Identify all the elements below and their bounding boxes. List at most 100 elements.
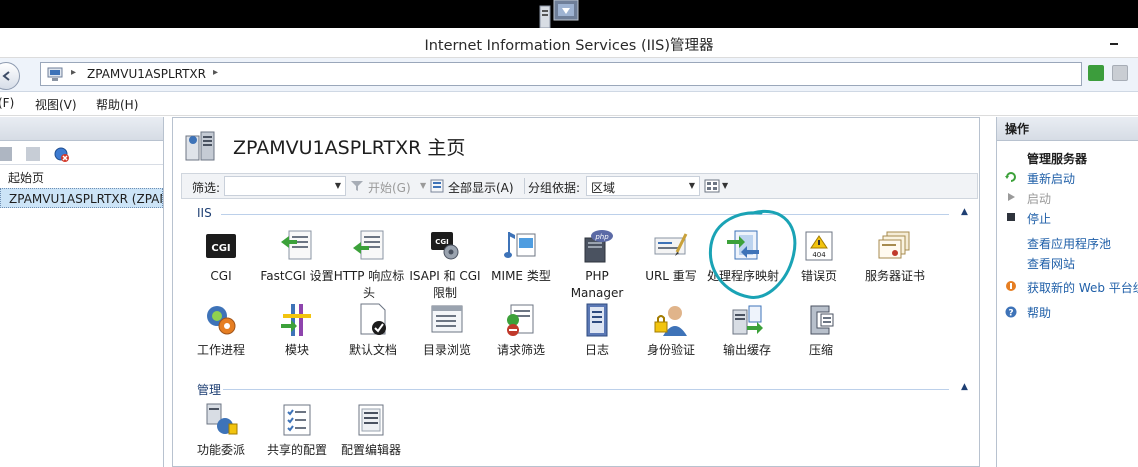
feature-default-document[interactable]: 默认文档	[335, 302, 411, 359]
refresh-icon[interactable]	[1088, 65, 1104, 81]
server-icon	[185, 131, 215, 161]
feature-request-filtering[interactable]: 请求筛选	[483, 302, 559, 359]
collapse-iis-icon[interactable]: ▲	[961, 207, 968, 217]
url-rewrite-icon	[654, 233, 688, 256]
feature-label: 压缩	[808, 343, 833, 357]
svg-text:404: 404	[812, 251, 826, 259]
save-connection-icon[interactable]	[0, 147, 12, 161]
feature-label: 共享的配置	[266, 443, 327, 457]
chevron-down-icon[interactable]: ▼	[335, 181, 341, 190]
feature-label: 身份验证	[646, 343, 695, 357]
feature-server-certificates[interactable]: 服务器证书	[857, 228, 933, 285]
show-all-button[interactable]: 全部显示(A)	[448, 179, 514, 196]
svg-text:CGI: CGI	[211, 243, 230, 254]
error-pages-icon: 404	[805, 231, 833, 261]
menu-view[interactable]: 视图(V)	[35, 96, 77, 113]
tree-item-start-page[interactable]: 起始页	[0, 168, 163, 188]
feature-handler-mappings[interactable]: 处理程序映射	[705, 228, 781, 285]
restart-icon	[1005, 172, 1016, 182]
feature-http-headers[interactable]: HTTP 响应标头	[331, 228, 407, 302]
breadcrumb-separator[interactable]: ▸	[71, 67, 76, 78]
actions-header: 操作	[997, 117, 1138, 141]
feature-url-rewrite[interactable]: URL 重写	[633, 228, 709, 285]
feature-php-manager[interactable]: php PHP Manager	[559, 228, 635, 302]
up-level-icon[interactable]	[26, 147, 40, 161]
group-header-management[interactable]: 管理	[197, 381, 221, 398]
feature-output-caching[interactable]: 输出缓存	[709, 302, 785, 359]
svg-text:php: php	[594, 233, 609, 241]
logging-icon	[586, 303, 608, 337]
action-stop[interactable]: 停止	[1027, 210, 1051, 227]
fastcgi-icon	[281, 230, 312, 260]
start-dropdown-icon[interactable]: ▼	[420, 181, 426, 190]
minimize-button[interactable]	[1108, 34, 1122, 48]
filter-separator	[524, 178, 525, 194]
group-divider-management	[223, 389, 949, 390]
title-bar: Internet Information Services (IIS)管理器	[0, 28, 1138, 58]
feature-cgi[interactable]: CGI CGI	[183, 228, 259, 285]
action-start[interactable]: 启动	[1027, 190, 1051, 207]
group-by-value: 区域	[591, 181, 616, 195]
feature-modules[interactable]: 模块	[259, 302, 335, 359]
feature-shared-config[interactable]: 共享的配置	[259, 402, 335, 459]
feature-label: 目录浏览	[422, 343, 471, 357]
output-cache-icon	[732, 305, 763, 335]
action-restart[interactable]: 重新启动	[1027, 170, 1075, 187]
handler-mappings-icon	[727, 230, 759, 260]
feature-fastcgi[interactable]: FastCGI 设置	[259, 228, 335, 285]
group-header-iis[interactable]: IIS	[197, 206, 212, 220]
collapse-management-icon[interactable]: ▲	[961, 382, 968, 392]
feature-compression[interactable]: 压缩	[783, 302, 859, 359]
feature-logging[interactable]: 日志	[559, 302, 635, 359]
feature-config-editor[interactable]: 配置编辑器	[333, 402, 409, 459]
stop-icon[interactable]	[1112, 65, 1128, 81]
back-button[interactable]	[0, 62, 20, 90]
start-button[interactable]: 开始(G)	[368, 179, 411, 196]
feature-label: PHP Manager	[570, 269, 624, 300]
feature-label: 处理程序映射	[706, 269, 779, 283]
feature-delegation[interactable]: 功能委派	[183, 402, 259, 459]
feature-worker-processes[interactable]: 工作进程	[183, 302, 259, 359]
cgi-icon: CGI	[206, 234, 236, 258]
connections-pane: 起始页 ZPAMVU1ASPLRTXR (ZPAM	[0, 117, 164, 467]
disconnect-icon[interactable]	[54, 147, 70, 163]
action-view-sites[interactable]: 查看网站	[1027, 255, 1075, 272]
tree-item-server[interactable]: ZPAMVU1ASPLRTXR (ZPAM	[0, 188, 163, 208]
breadcrumb-server[interactable]: ZPAMVU1ASPLRTXR	[87, 67, 206, 81]
worker-process-icon	[207, 306, 236, 335]
feature-authentication[interactable]: 身份验证	[633, 302, 709, 359]
feature-isapi-cgi[interactable]: CGI ISAPI 和 CGI 限制	[407, 228, 483, 302]
server-node-icon	[47, 67, 63, 81]
menu-file[interactable]: (F)	[0, 96, 14, 110]
config-editor-icon	[358, 404, 384, 436]
feature-label: ISAPI 和 CGI 限制	[409, 269, 481, 300]
connections-header	[0, 117, 163, 141]
breadcrumb-separator-end[interactable]: ▸	[213, 67, 218, 78]
default-document-icon	[360, 303, 386, 335]
page-title: ZPAMVU1ASPLRTXR 主页	[233, 137, 466, 159]
action-help[interactable]: 帮助	[1027, 304, 1051, 321]
feature-error-pages[interactable]: 404 错误页	[781, 228, 857, 285]
action-get-web-platform[interactable]: 获取新的 Web 平台组	[1027, 279, 1138, 296]
view-mode-icon[interactable]	[704, 179, 720, 193]
action-view-app-pools[interactable]: 查看应用程序池	[1027, 235, 1111, 252]
feature-label: 服务器证书	[864, 269, 925, 283]
shared-config-icon	[283, 404, 311, 436]
view-mode-dropdown-icon[interactable]: ▼	[722, 181, 728, 190]
chevron-down-icon[interactable]: ▼	[689, 181, 695, 190]
feature-label: 配置编辑器	[340, 443, 401, 457]
actions-pane: 操作 管理服务器 重新启动 启动 停止 查看应用程序池 查看网站 获取新的 We…	[996, 117, 1138, 467]
feature-label: 输出缓存	[722, 343, 771, 357]
group-by-select[interactable]: 区域 ▼	[586, 176, 700, 196]
compression-icon	[810, 305, 834, 335]
filter-input[interactable]: ▼	[224, 176, 346, 196]
http-headers-icon	[353, 230, 384, 260]
group-divider-iis	[221, 214, 949, 215]
feature-mime[interactable]: MIME 类型	[483, 228, 559, 285]
address-box[interactable]: ▸ ZPAMVU1ASPLRTXR ▸	[40, 62, 1082, 86]
feature-directory-browsing[interactable]: 目录浏览	[409, 302, 485, 359]
modules-icon	[281, 304, 311, 336]
menu-help[interactable]: 帮助(H)	[96, 96, 138, 113]
feature-label: 工作进程	[196, 343, 245, 357]
iis-app-icon	[539, 0, 579, 28]
